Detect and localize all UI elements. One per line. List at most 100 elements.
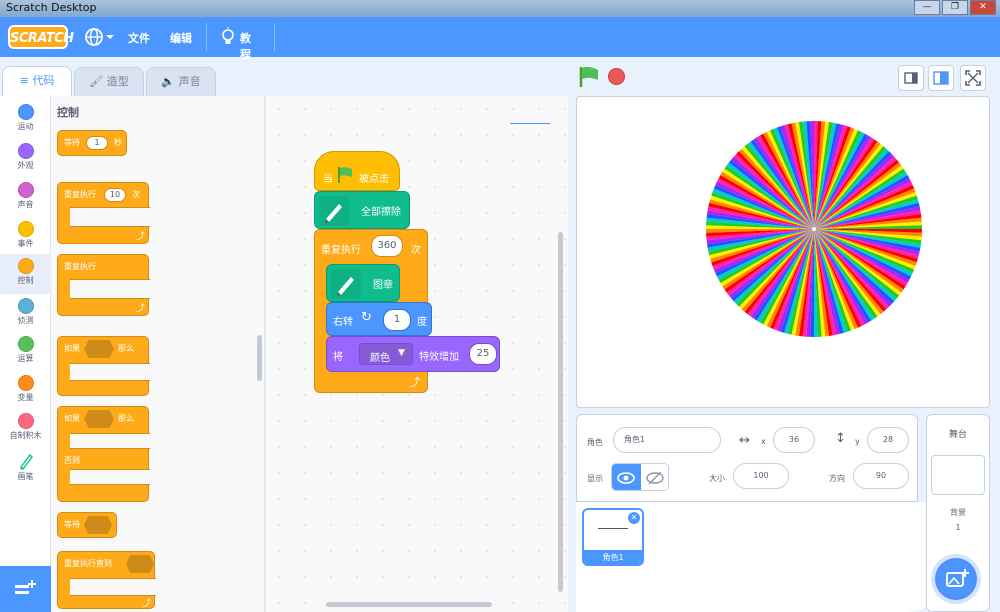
if-else-block[interactable]: 如果 那么 否则: [57, 406, 150, 502]
block-text: 被点击: [359, 174, 389, 185]
scratch-logo[interactable]: SCRATCH: [8, 25, 74, 49]
if-then-block[interactable]: 如果 那么: [57, 336, 150, 396]
effect-amount-input[interactable]: 25: [469, 343, 497, 365]
my-blocks-dot: [17, 413, 34, 429]
maximize-button[interactable]: ❐: [942, 0, 968, 15]
workspace-horizontal-scrollbar[interactable]: [326, 602, 492, 607]
direction-input[interactable]: 90: [853, 463, 909, 489]
stage-canvas[interactable]: [576, 96, 990, 408]
change-effect-block[interactable]: 将 颜色 ▼ 特效增加 25: [326, 336, 500, 372]
block-text: 如果: [64, 414, 80, 423]
category-motion[interactable]: 运动: [0, 100, 51, 140]
large-stage-button[interactable]: [928, 65, 954, 91]
script-workspace[interactable]: 当 被点击 全部擦除 重复执行 360 次 ⤴ 图章 右转 ↻ 1 度 将 颜色…: [266, 96, 814, 612]
category-my-blocks[interactable]: 自制积木: [0, 409, 51, 449]
tutorials-menu[interactable]: 教程: [220, 27, 251, 61]
large-stage-icon: [933, 71, 949, 85]
y-input[interactable]: 28: [867, 427, 909, 453]
tab-costumes-label: 造型: [106, 75, 129, 88]
pen-icon: [319, 196, 349, 226]
repeat-input[interactable]: 10: [104, 188, 126, 202]
x-input[interactable]: 36: [773, 427, 815, 453]
horizontal-arrows-icon: ↔: [739, 433, 750, 448]
condition-slot[interactable]: [84, 516, 112, 534]
minimize-button[interactable]: —: [914, 0, 940, 15]
effect-dropdown[interactable]: 颜色 ▼: [359, 343, 413, 365]
fullscreen-button[interactable]: [960, 65, 986, 91]
turn-right-block[interactable]: 右转 ↻ 1 度: [326, 302, 432, 336]
small-stage-button[interactable]: [898, 65, 924, 91]
category-sensing[interactable]: 侦测: [0, 294, 51, 334]
green-flag-icon[interactable]: [578, 66, 600, 88]
close-button[interactable]: ✕: [970, 0, 996, 15]
sprite-thumbnail[interactable]: 角色1 ✕: [582, 508, 644, 566]
repeat-until-block[interactable]: 重复执行直到 ⤴: [57, 551, 156, 609]
workspace-vertical-scrollbar[interactable]: [558, 232, 563, 592]
size-input[interactable]: 100: [733, 463, 789, 489]
wait-until-block[interactable]: 等待: [57, 512, 117, 538]
block-text: 重复执行: [64, 262, 96, 271]
loop-arrow-icon: ⤴: [136, 232, 146, 242]
sprite-name-label: 角色: [587, 438, 603, 447]
wait-block[interactable]: 等待 1 秒: [57, 130, 127, 156]
dropdown-value: 颜色: [370, 353, 390, 364]
operators-dot: [17, 336, 34, 352]
stop-sign-icon[interactable]: [608, 68, 625, 85]
tab-costumes[interactable]: 🖌 造型: [74, 67, 144, 97]
category-label: 外观: [17, 161, 34, 170]
file-menu[interactable]: 文件: [128, 30, 150, 46]
block-text: 将: [333, 352, 343, 363]
palette-scrollbar[interactable]: [257, 335, 262, 381]
extension-icon: [15, 580, 36, 594]
when-flag-clicked-block[interactable]: 当 被点击: [314, 151, 400, 191]
condition-slot[interactable]: [126, 555, 154, 573]
sensing-dot: [17, 298, 34, 314]
category-pen[interactable]: 画笔: [0, 448, 51, 488]
block-slot: [70, 207, 150, 227]
add-extension-button[interactable]: [0, 566, 51, 612]
sprite-costume-preview: [598, 528, 628, 529]
category-label: 运算: [17, 354, 34, 363]
language-menu[interactable]: [84, 26, 114, 51]
block-text: 那么: [118, 344, 134, 353]
eye-slash-icon: [646, 471, 664, 485]
block-text: 如果: [64, 344, 80, 353]
stage-thumbnail[interactable]: [931, 455, 985, 495]
tab-code-label: 代码: [32, 74, 55, 87]
sprite-name-input[interactable]: 角色1: [613, 427, 721, 453]
pen-stamp-block[interactable]: 图章: [326, 264, 400, 302]
condition-slot[interactable]: [84, 410, 114, 428]
forever-block[interactable]: 重复执行 ⤴: [57, 254, 150, 316]
menu-bar: SCRATCH 文件 编辑 教程: [0, 17, 1000, 61]
events-dot: [17, 221, 34, 237]
block-slot: [70, 578, 156, 596]
category-looks[interactable]: 外观: [0, 139, 51, 179]
category-events[interactable]: 事件: [0, 217, 51, 257]
condition-slot[interactable]: [84, 340, 114, 358]
hide-button[interactable]: [641, 464, 668, 490]
category-sound[interactable]: 声音: [0, 178, 51, 218]
editor-tabs: ≡ 代码 🖌 造型 🔈 声音: [0, 57, 568, 98]
category-operators[interactable]: 运算: [0, 332, 51, 372]
repeat-count-input[interactable]: 360: [371, 235, 403, 257]
loop-arrow-icon: ⤴: [142, 599, 152, 609]
category-label: 运动: [17, 122, 34, 131]
block-text: 秒: [114, 138, 122, 147]
category-control[interactable]: 控制: [0, 254, 51, 294]
delete-sprite-icon[interactable]: ✕: [628, 512, 640, 524]
sprite-list: 角色1 ✕: [576, 502, 946, 612]
block-text: 那么: [118, 414, 134, 423]
category-variables[interactable]: 变量: [0, 371, 51, 411]
pen-clear-block[interactable]: 全部擦除: [314, 191, 410, 229]
wait-input[interactable]: 1: [86, 136, 108, 150]
show-button[interactable]: [612, 464, 641, 490]
choose-sprite-button[interactable]: [935, 558, 977, 600]
repeat-block[interactable]: 重复执行 10 次 ⤴: [57, 182, 150, 244]
edit-menu[interactable]: 编辑: [170, 30, 192, 46]
variables-dot: [17, 375, 34, 391]
tab-code[interactable]: ≡ 代码: [2, 66, 72, 98]
block-text: 重复执行: [321, 245, 361, 256]
block-slot: [70, 279, 150, 299]
tab-sounds[interactable]: 🔈 声音: [146, 67, 216, 97]
turn-degrees-input[interactable]: 1: [383, 309, 411, 331]
